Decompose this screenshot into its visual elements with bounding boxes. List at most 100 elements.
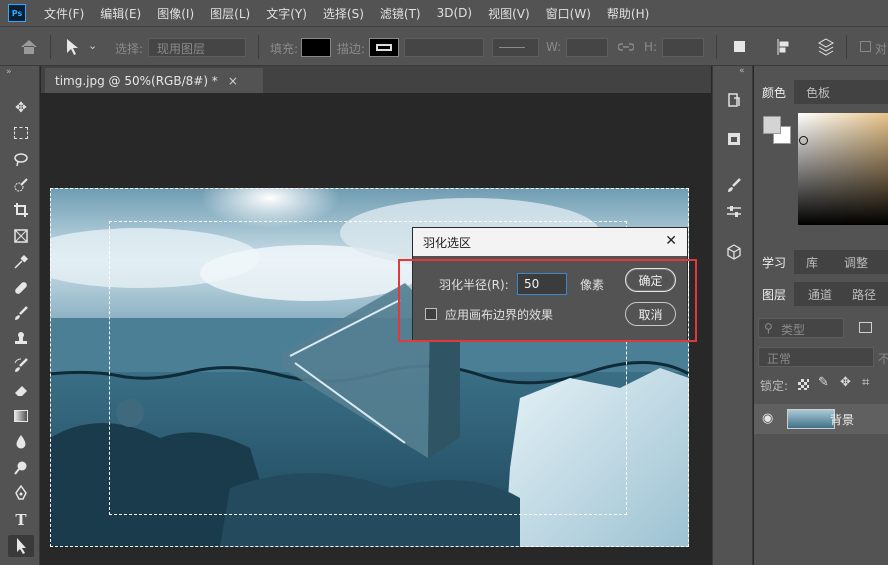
layer-filter-value: 类型	[781, 323, 806, 337]
menu-window[interactable]: 窗口(W)	[538, 5, 599, 22]
layers-panel-tabs: 图层 通道 路径	[754, 282, 888, 306]
lock-transparency-icon[interactable]	[798, 379, 809, 390]
menu-image[interactable]: 图像(I)	[149, 5, 202, 22]
path-alignment-icon[interactable]	[776, 37, 792, 57]
menu-layer[interactable]: 图层(L)	[202, 5, 258, 22]
select-value: 现用图层	[157, 42, 206, 56]
menu-edit[interactable]: 编辑(E)	[92, 5, 149, 22]
chevron-down-icon[interactable]: ⌄	[88, 39, 97, 52]
tab-layers[interactable]: 图层	[754, 282, 795, 306]
3d-cube-icon[interactable]	[724, 243, 744, 261]
learn-panel-tabs: 学习 库 调整	[754, 250, 888, 274]
width-input[interactable]	[566, 38, 608, 57]
divider	[50, 35, 51, 59]
color-picker-field[interactable]	[798, 113, 888, 225]
history-brush-tool-icon[interactable]	[8, 354, 34, 376]
tab-adjustments[interactable]: 调整	[836, 250, 876, 274]
menu-file[interactable]: 文件(F)	[36, 5, 92, 22]
menu-help[interactable]: 帮助(H)	[599, 5, 657, 22]
path-selection-tool-icon[interactable]	[8, 535, 34, 557]
adjustment-sliders-icon[interactable]	[724, 202, 744, 220]
lock-pixels-icon[interactable]: ✎	[818, 375, 829, 390]
dialog-title: 羽化选区	[423, 235, 472, 250]
image-filter-icon[interactable]	[859, 322, 872, 333]
color-picker-cursor[interactable]	[799, 136, 808, 145]
crop-tool-icon[interactable]	[8, 199, 34, 221]
fill-label: 填充:	[270, 42, 299, 56]
menu-select[interactable]: 选择(S)	[315, 5, 372, 22]
brush-tool-icon[interactable]	[8, 302, 34, 324]
stroke-label: 描边:	[337, 42, 366, 56]
lasso-tool-icon[interactable]	[8, 148, 34, 170]
search-icon: ⚲	[764, 321, 773, 335]
tab-color[interactable]: 颜色	[754, 80, 795, 104]
properties-panel-icon[interactable]	[724, 130, 744, 148]
divider	[716, 35, 717, 59]
dodge-tool-icon[interactable]	[8, 457, 34, 479]
clone-stamp-tool-icon[interactable]	[8, 328, 34, 350]
collapse-chevrons-icon[interactable]: »	[6, 67, 12, 77]
eyedropper-tool-icon[interactable]	[8, 251, 34, 273]
blend-mode-value: 正常	[767, 352, 792, 366]
layer-name: 背景	[830, 413, 855, 427]
visibility-eye-icon[interactable]: ◉	[762, 411, 773, 426]
tab-channels[interactable]: 通道	[800, 282, 840, 306]
tab-swatches[interactable]: 色板	[798, 80, 838, 104]
home-icon[interactable]	[20, 39, 38, 55]
height-input[interactable]	[662, 38, 704, 57]
gradient-tool-icon[interactable]	[8, 405, 34, 427]
stroke-swatch[interactable]	[369, 38, 399, 57]
menu-type[interactable]: 文字(Y)	[258, 5, 315, 22]
brush-settings-icon[interactable]	[724, 176, 744, 194]
dialog-titlebar[interactable]: 羽化选区 ✕	[413, 228, 687, 256]
quick-selection-tool-icon[interactable]	[8, 174, 34, 196]
link-icon[interactable]	[618, 41, 634, 53]
tab-learn[interactable]: 学习	[754, 250, 795, 274]
select-dropdown[interactable]: 现用图层	[148, 38, 246, 57]
close-tab-icon[interactable]: ×	[228, 74, 238, 88]
stroke-width-dropdown[interactable]	[404, 38, 484, 57]
menu-3d[interactable]: 3D(D)	[429, 6, 480, 20]
path-arrangement-icon[interactable]	[816, 37, 836, 57]
tab-libraries[interactable]: 库	[798, 250, 826, 274]
eraser-tool-icon[interactable]	[8, 379, 34, 401]
type-tool-icon[interactable]: T	[8, 509, 34, 531]
align-edges-label: 对	[875, 42, 888, 56]
panels-dock: 颜色 色板 学习 库 调整 图层 通道 路径 ⚲ 类型 正常 不 锁定: ✎ ✥…	[754, 66, 888, 565]
width-label: W:	[546, 40, 562, 54]
close-icon[interactable]: ✕	[665, 233, 677, 249]
lock-artboard-icon[interactable]: ⌗	[862, 375, 869, 390]
app-logo: Ps	[8, 4, 26, 22]
select-label: 选择:	[115, 42, 144, 56]
options-bar: ⌄ 选择: 现用图层 填充: 描边: W: H: 对	[0, 26, 888, 66]
collapsed-panels-column: «	[712, 66, 753, 565]
layer-row-background[interactable]: ◉ 背景	[754, 404, 888, 434]
lock-label: 锁定:	[760, 379, 789, 393]
height-label: H:	[644, 40, 658, 54]
layer-filter-dropdown[interactable]: ⚲ 类型	[758, 318, 844, 338]
healing-brush-tool-icon[interactable]	[8, 277, 34, 299]
history-panel-icon[interactable]	[724, 91, 744, 109]
document-tab[interactable]: timg.jpg @ 50%(RGB/8#) * ×	[45, 68, 263, 93]
blur-tool-icon[interactable]	[8, 431, 34, 453]
color-panel-tabs: 颜色 色板	[754, 80, 888, 104]
path-operations-icon[interactable]	[734, 41, 745, 52]
stroke-type-dropdown[interactable]	[492, 38, 539, 57]
tab-paths[interactable]: 路径	[844, 282, 884, 306]
marquee-tool-icon[interactable]	[8, 122, 34, 144]
move-tool-icon[interactable]: ✥	[8, 97, 34, 119]
menu-bar: Ps 文件(F) 编辑(E) 图像(I) 图层(L) 文字(Y) 选择(S) 滤…	[0, 0, 888, 26]
foreground-color-swatch-top	[763, 116, 781, 134]
menu-filter[interactable]: 滤镜(T)	[372, 5, 429, 22]
move-arrow-icon[interactable]	[64, 37, 80, 57]
frame-tool-icon[interactable]	[8, 225, 34, 247]
opacity-label: 不	[878, 352, 888, 366]
divider	[258, 35, 259, 59]
fill-swatch[interactable]	[301, 38, 331, 57]
menu-view[interactable]: 视图(V)	[480, 5, 538, 22]
collapse-chevrons-icon[interactable]: «	[739, 66, 745, 76]
lock-position-icon[interactable]: ✥	[840, 375, 851, 390]
pen-tool-icon[interactable]	[8, 482, 34, 504]
align-edges-checkbox[interactable]	[860, 41, 871, 52]
blend-mode-dropdown[interactable]: 正常	[758, 347, 874, 367]
